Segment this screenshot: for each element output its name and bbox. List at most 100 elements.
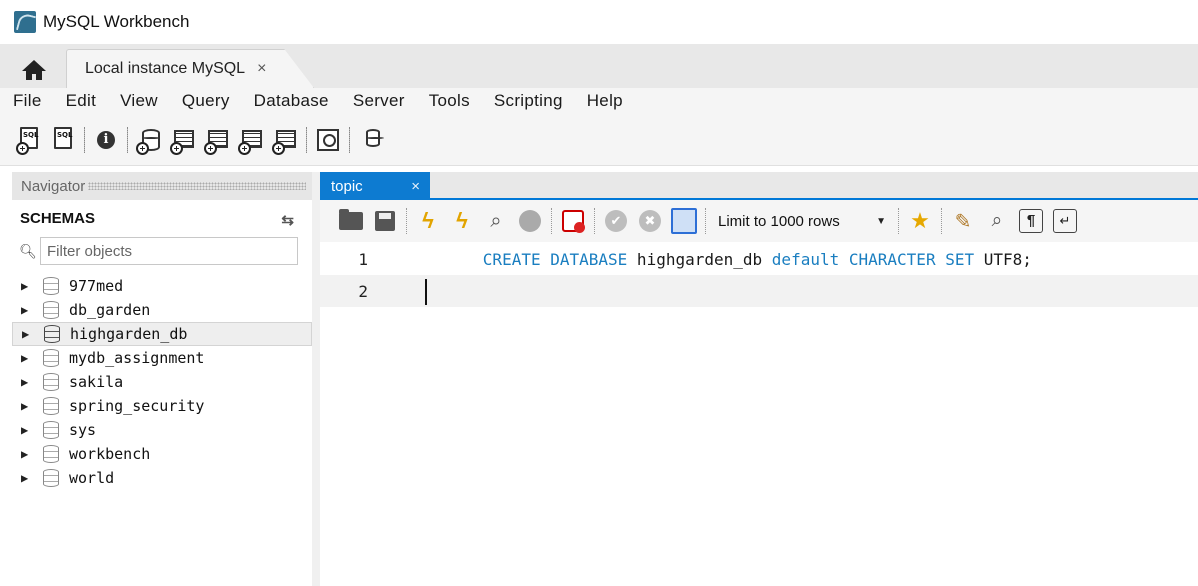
schema-item[interactable]: ▶ 977med <box>12 274 312 298</box>
line-number: 2 <box>358 281 368 301</box>
plus-icon <box>170 141 183 155</box>
expand-arrow-icon[interactable]: ▶ <box>22 327 36 341</box>
main-toolbar: SQL SQL i <box>0 114 1198 166</box>
chevron-down-icon: ▼ <box>876 215 886 227</box>
schema-item[interactable]: ▶ sys <box>12 418 312 442</box>
expand-arrow-icon[interactable]: ▶ <box>21 399 35 413</box>
database-icon <box>43 373 59 391</box>
search-table-data-icon[interactable] <box>313 125 343 155</box>
sql-identifier: highgarden_db <box>627 249 772 269</box>
expand-arrow-icon[interactable]: ▶ <box>21 375 35 389</box>
window-titlebar: MySQL Workbench <box>0 0 1198 44</box>
sql-keyword: CREATE <box>482 249 541 269</box>
word-wrap-button[interactable]: ↵ <box>1052 208 1078 234</box>
open-file-button[interactable] <box>338 208 364 234</box>
schema-name: sakila <box>69 373 124 391</box>
expand-arrow-icon[interactable]: ▶ <box>21 423 35 437</box>
menu-file[interactable]: File <box>13 91 42 111</box>
menu-view[interactable]: View <box>120 91 158 111</box>
line-number: 1 <box>358 249 368 269</box>
new-sql-tab-icon[interactable]: SQL <box>14 125 44 155</box>
database-icon <box>43 301 59 319</box>
toolbar-separator <box>306 126 307 153</box>
create-procedure-icon[interactable] <box>236 125 266 155</box>
menu-server[interactable]: Server <box>353 91 405 111</box>
schema-name: highgarden_db <box>70 325 188 343</box>
code-line: 1 CREATE DATABASE highgarden_db default … <box>320 243 1198 275</box>
mysql-workbench-logo-icon <box>14 11 36 33</box>
schema-name: db_garden <box>69 301 151 319</box>
rollback-x-icon: ✖ <box>639 210 661 232</box>
panel-splitter[interactable] <box>312 172 320 586</box>
expand-arrow-icon[interactable]: ▶ <box>21 351 35 365</box>
menu-tools[interactable]: Tools <box>429 91 470 111</box>
save-icon <box>375 211 395 231</box>
close-connection-tab-icon[interactable]: × <box>257 60 266 78</box>
toolbar-separator <box>406 208 407 234</box>
magnifier-icon: ⌕ <box>490 209 502 232</box>
schema-name: 977med <box>69 277 124 295</box>
schema-item[interactable]: ▶ workbench <box>12 442 312 466</box>
filter-objects-input[interactable] <box>40 237 298 265</box>
open-sql-script-icon[interactable]: SQL <box>48 125 78 155</box>
menu-scripting[interactable]: Scripting <box>494 91 563 111</box>
connection-tab[interactable]: Local instance MySQL × <box>66 49 314 88</box>
schema-name: mydb_assignment <box>69 349 205 367</box>
panel-grip[interactable] <box>88 182 306 190</box>
expand-arrow-icon[interactable]: ▶ <box>21 471 35 485</box>
menu-query[interactable]: Query <box>182 91 230 111</box>
create-schema-icon[interactable] <box>134 125 164 155</box>
limit-rows-value: Limit to 1000 rows <box>718 212 840 230</box>
text-cursor <box>425 279 427 305</box>
sql-keyword: DATABASE <box>550 249 628 269</box>
create-table-icon[interactable] <box>168 125 198 155</box>
toolbar-separator <box>127 126 128 153</box>
refresh-icon[interactable]: ⇆ <box>281 211 294 229</box>
sql-keyword: default <box>771 249 840 269</box>
sql-icon-text: SQL <box>23 130 39 139</box>
schema-item[interactable]: ▶ world <box>12 466 312 490</box>
schema-item-selected[interactable]: ▶ highgarden_db <box>12 322 312 346</box>
schema-item[interactable]: ▶ db_garden <box>12 298 312 322</box>
reconnect-icon[interactable] <box>356 125 386 155</box>
schema-item[interactable]: ▶ spring_security <box>12 394 312 418</box>
expand-arrow-icon[interactable]: ▶ <box>21 279 35 293</box>
menu-edit[interactable]: Edit <box>66 91 97 111</box>
schemas-header: SCHEMAS ⇆ <box>12 200 312 236</box>
expand-arrow-icon[interactable]: ▶ <box>21 447 35 461</box>
database-icon <box>43 349 59 367</box>
editor-tab-label: topic <box>331 177 363 195</box>
connection-tabstrip: Local instance MySQL × <box>0 44 1198 88</box>
database-shape <box>366 128 384 147</box>
home-icon <box>22 59 46 80</box>
schema-item[interactable]: ▶ sakila <box>12 370 312 394</box>
filter-objects: 🔍︎ <box>16 236 306 266</box>
database-icon <box>44 325 60 343</box>
menu-help[interactable]: Help <box>587 91 623 111</box>
sql-icon-text: SQL <box>57 130 73 139</box>
home-tab[interactable] <box>12 51 56 88</box>
expand-arrow-icon[interactable]: ▶ <box>21 303 35 317</box>
editor-tab-topic[interactable]: topic × <box>320 172 430 200</box>
close-editor-tab-icon[interactable]: × <box>411 178 420 195</box>
save-script-button[interactable] <box>372 208 398 234</box>
create-view-icon[interactable] <box>202 125 232 155</box>
schema-item[interactable]: ▶ mydb_assignment <box>12 346 312 370</box>
search-icon: 🔍︎ <box>19 242 37 259</box>
plus-icon <box>204 141 217 155</box>
sql-text: UTF8; <box>974 249 1032 269</box>
database-icon <box>43 397 59 415</box>
schema-name: spring_security <box>69 397 205 415</box>
menu-database[interactable]: Database <box>254 91 329 111</box>
create-function-icon[interactable] <box>270 125 300 155</box>
inspector-icon[interactable]: i <box>91 125 121 155</box>
folder-icon <box>339 209 363 230</box>
wrap-icon: ↵ <box>1053 209 1077 233</box>
editor-tab-strip: topic × <box>320 172 1198 200</box>
plus-icon <box>136 141 149 155</box>
sql-code-editor[interactable]: 1 CREATE DATABASE highgarden_db default … <box>320 242 1198 586</box>
window-title: MySQL Workbench <box>43 12 190 31</box>
database-icon <box>43 421 59 439</box>
